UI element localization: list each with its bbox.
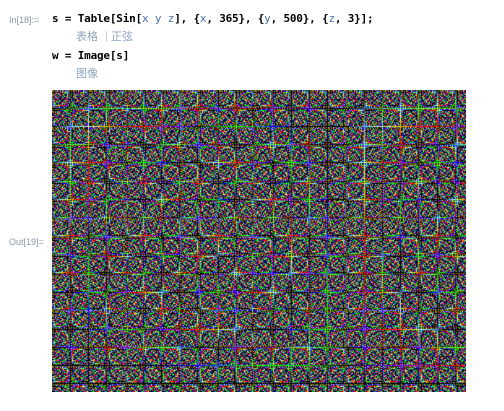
hint-divider <box>106 31 107 42</box>
function-hints-line1: 表格 正弦 <box>76 28 133 44</box>
code-token: Sin <box>116 12 136 25</box>
code-token: = <box>58 12 78 25</box>
code-token: , 365}, <box>206 12 258 25</box>
input-line-table[interactable]: s = Table[Sin[x y z], {x, 365}, {y, 500}… <box>52 12 374 25</box>
code-token: , 500}, <box>270 12 322 25</box>
output-cell-label: Out[19]= <box>9 237 44 247</box>
input-cell-label: In[18]:= <box>9 15 40 25</box>
code-token: = <box>58 49 78 62</box>
input-line-image[interactable]: w = Image[s] <box>52 49 129 62</box>
hint-table[interactable]: 表格 <box>76 30 98 43</box>
function-hints-line2: 图像 <box>76 65 98 81</box>
hint-sin[interactable]: 正弦 <box>111 30 133 43</box>
hint-image[interactable]: 图像 <box>76 67 98 80</box>
code-token: Table <box>77 12 110 25</box>
code-token: , 3}]; <box>334 12 374 25</box>
output-image[interactable] <box>52 90 466 392</box>
code-token: ] <box>122 49 130 62</box>
code-token: ], <box>174 12 194 25</box>
code-token: Image <box>77 49 110 62</box>
